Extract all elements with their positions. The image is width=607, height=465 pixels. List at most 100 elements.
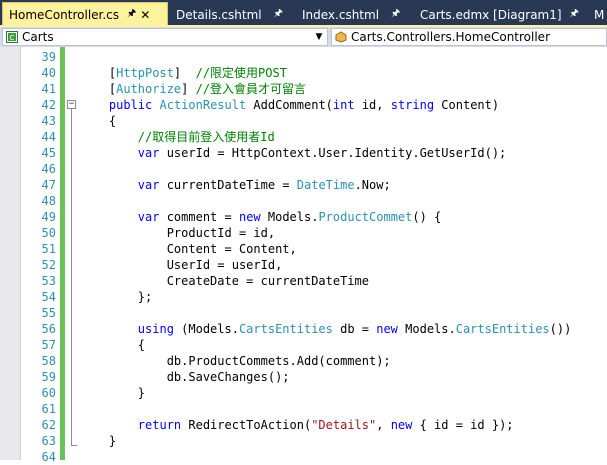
line-number: 47 xyxy=(41,178,56,192)
outline-guide-line xyxy=(71,109,72,446)
code-token: }; xyxy=(80,290,153,304)
line-number: 51 xyxy=(41,242,56,256)
pin-icon[interactable]: 🖈 xyxy=(127,6,136,23)
pin-icon[interactable]: 🖈 xyxy=(570,6,579,23)
code-line[interactable]: public ActionResult AddComment(int id, s… xyxy=(80,97,499,113)
line-number: 42 xyxy=(41,98,56,112)
code-token: CreateDate = currentDateTime xyxy=(80,274,369,288)
tab-carts-edmx[interactable]: Carts.edmx [Diagram1] 🖈 xyxy=(414,3,579,26)
tab-label: HomeController.cs xyxy=(9,7,120,22)
code-token: } xyxy=(80,386,146,400)
code-token: { id = id }); xyxy=(412,418,514,432)
code-line[interactable]: [HttpPost] //限定使用POST xyxy=(80,65,287,81)
code-token: ProductId = id, xyxy=(80,226,276,240)
code-line[interactable]: { xyxy=(80,113,116,129)
line-number: 59 xyxy=(41,370,56,384)
code-line[interactable]: using (Models.CartsEntities db = new Mod… xyxy=(80,321,572,337)
tab-label: M xyxy=(594,7,605,22)
pin-icon[interactable]: 🖈 xyxy=(274,6,283,23)
margin-separator xyxy=(20,47,21,460)
code-token: db = xyxy=(332,322,377,336)
code-token: db.SaveChanges(); xyxy=(80,370,290,384)
code-token: using xyxy=(137,322,174,336)
code-token: ActionResult xyxy=(159,98,247,112)
chevron-down-icon[interactable]: ▼ xyxy=(313,29,325,45)
member-dropdown[interactable]: Carts.Controllers.HomeController xyxy=(331,28,607,46)
code-line[interactable]: var comment = new Models.ProductCommet()… xyxy=(80,209,441,225)
code-token: Content) xyxy=(434,98,500,112)
code-token: "Details" xyxy=(311,418,377,432)
code-line[interactable]: return RedirectToAction("Details", new {… xyxy=(80,417,514,433)
code-line[interactable]: UserId = userId, xyxy=(80,257,283,273)
code-token: //限定使用POST xyxy=(195,66,287,80)
code-token: () { xyxy=(412,210,442,224)
code-token: AddComment( xyxy=(246,98,333,112)
collapse-toggle-icon[interactable]: − xyxy=(67,100,76,109)
tab-homecontroller[interactable]: HomeController.cs 🖈 ✕ xyxy=(2,2,168,26)
line-number: 49 xyxy=(41,210,56,224)
code-token: .Now; xyxy=(354,178,391,192)
code-token: db.ProductCommets.Add(comment); xyxy=(80,354,391,368)
code-line[interactable]: var currentDateTime = DateTime.Now; xyxy=(80,177,391,193)
code-token: currentDateTime = xyxy=(159,178,297,192)
csharp-project-icon: C xyxy=(6,31,18,43)
line-number: 50 xyxy=(41,226,56,240)
tab-index[interactable]: Index.cshtml 🖈 xyxy=(296,3,406,26)
code-line[interactable]: { xyxy=(80,337,145,353)
line-number: 58 xyxy=(41,354,56,368)
pin-icon[interactable]: 🖈 xyxy=(391,6,400,23)
line-number: 45 xyxy=(41,146,56,160)
code-token: UserId = userId, xyxy=(80,258,283,272)
code-line[interactable]: var userId = HttpContext.User.Identity.G… xyxy=(80,145,506,161)
tab-overflow[interactable]: M xyxy=(590,3,607,26)
indicator-margin xyxy=(0,47,20,460)
code-token: Models. xyxy=(260,210,319,224)
project-dropdown[interactable]: C Carts ▼ xyxy=(2,28,328,46)
code-token: string xyxy=(390,98,435,112)
line-number: 41 xyxy=(41,82,56,96)
code-line[interactable]: } xyxy=(80,385,145,401)
code-token: Models. xyxy=(397,322,456,336)
code-editor[interactable]: − 39 40 [HttpPost] //限定使用POST 41 [Authoriz… xyxy=(0,47,607,464)
line-number: 39 xyxy=(41,50,56,64)
code-token: CartsEntities xyxy=(238,322,333,336)
code-token: var xyxy=(137,146,160,160)
navigation-bar: C Carts ▼ Carts.Controllers.HomeControll… xyxy=(0,27,607,47)
code-line[interactable]: CreateDate = currentDateTime xyxy=(80,273,369,289)
code-token: ()) xyxy=(549,322,572,336)
code-line[interactable]: }; xyxy=(80,289,152,305)
line-number: 48 xyxy=(41,194,56,208)
code-line[interactable]: db.SaveChanges(); xyxy=(80,369,290,385)
line-number: 40 xyxy=(41,66,56,80)
line-number: 57 xyxy=(41,338,56,352)
code-line[interactable]: db.ProductCommets.Add(comment); xyxy=(80,353,391,369)
tab-details[interactable]: Details.cshtml 🖈 xyxy=(170,3,288,26)
code-token: [ xyxy=(80,82,117,96)
line-number: 53 xyxy=(41,274,56,288)
document-tab-bar: HomeController.cs 🖈 ✕ Details.cshtml 🖈 I… xyxy=(0,0,607,26)
code-token: ProductCommet xyxy=(318,210,413,224)
code-token: ] xyxy=(181,82,196,96)
line-number: 52 xyxy=(41,258,56,272)
change-tracking-bar xyxy=(60,47,65,460)
line-number: 56 xyxy=(41,322,56,336)
code-token: CartsEntities xyxy=(455,322,550,336)
code-token: return xyxy=(137,418,182,432)
code-line[interactable]: //取得目前登入使用者Id xyxy=(80,129,275,145)
code-line[interactable]: } xyxy=(80,433,116,449)
code-token: DateTime xyxy=(296,178,355,192)
tab-label: Index.cshtml xyxy=(302,7,380,22)
class-icon xyxy=(335,31,347,43)
code-line[interactable]: Content = Content, xyxy=(80,241,297,257)
svg-text:C: C xyxy=(10,34,15,42)
code-line[interactable]: ProductId = id, xyxy=(80,225,275,241)
code-token: { xyxy=(80,338,146,352)
project-name: Carts xyxy=(22,30,54,44)
code-token: new xyxy=(376,322,398,336)
code-line[interactable]: [Authorize] //登入會員才可留言 xyxy=(80,81,306,97)
close-icon[interactable]: ✕ xyxy=(140,8,150,22)
line-number: 64 xyxy=(41,450,56,464)
